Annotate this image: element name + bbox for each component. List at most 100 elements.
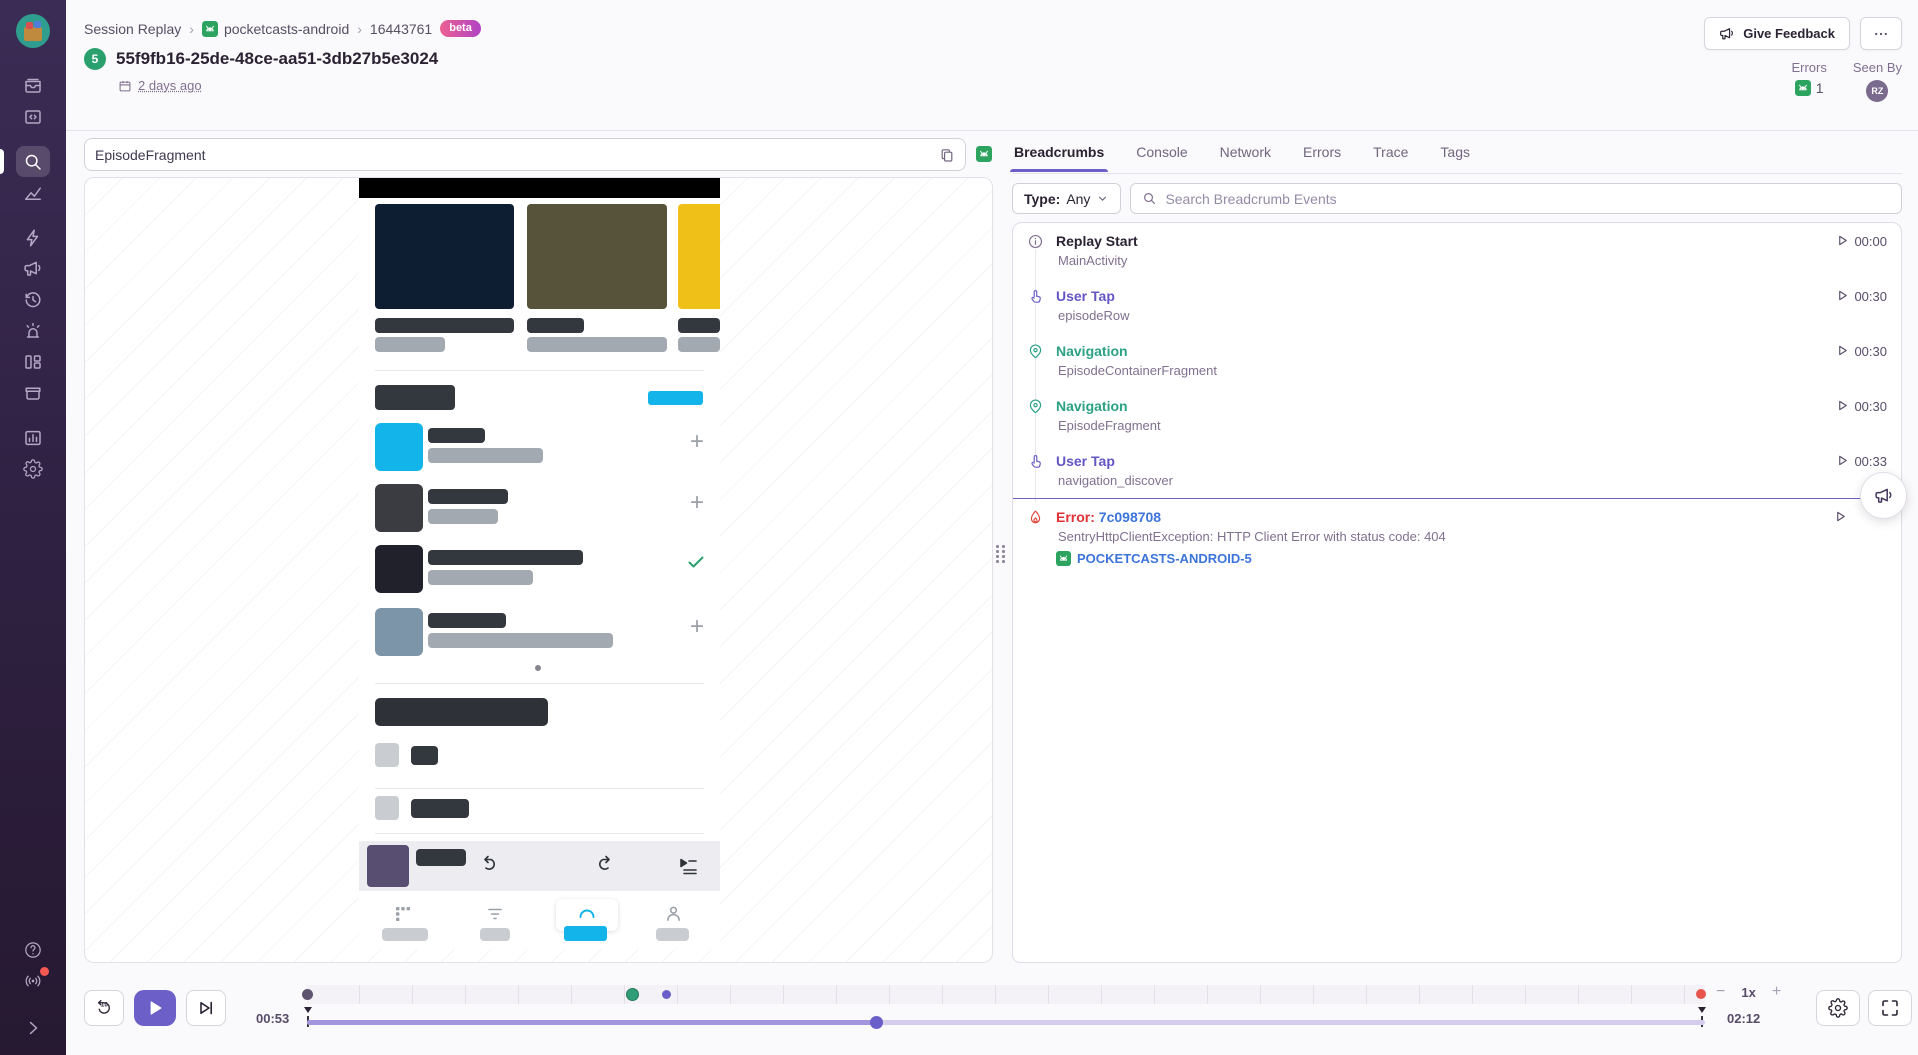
timeline-range-start-handle[interactable]: [304, 1007, 312, 1013]
wireframe-artwork: [367, 845, 409, 887]
event-timestamp[interactable]: 00:30: [1836, 397, 1887, 434]
wireframe-block: [375, 698, 548, 726]
tab-network[interactable]: Network: [1218, 133, 1273, 171]
android-platform-icon: [976, 146, 992, 162]
replay-canvas[interactable]: + + +: [84, 177, 993, 963]
undo-icon: [477, 853, 501, 877]
skip-to-end-button[interactable]: [186, 990, 226, 1026]
timeline-error-marker[interactable]: [1696, 989, 1706, 999]
copy-button[interactable]: [939, 147, 955, 163]
sidebar-item-feedback[interactable]: [16, 253, 50, 284]
issues-icon: [23, 76, 43, 96]
event-row-replay-start[interactable]: Replay Start MainActivity 00:00: [1013, 223, 1901, 278]
tab-console[interactable]: Console: [1134, 133, 1189, 171]
give-feedback-button[interactable]: Give Feedback: [1704, 17, 1850, 50]
event-row-navigation[interactable]: Navigation EpisodeFragment 00:30: [1013, 388, 1901, 443]
event-subtitle: navigation_discover: [1056, 473, 1824, 489]
play-outline-icon: [1836, 454, 1849, 467]
sidebar-item-integrations[interactable]: [16, 346, 50, 377]
sidebar-item-settings[interactable]: [16, 453, 50, 484]
sidebar-item-insights[interactable]: [16, 222, 50, 253]
fullscreen-button[interactable]: [1868, 990, 1912, 1026]
plus-icon: +: [690, 491, 704, 515]
tab-trace[interactable]: Trace: [1371, 133, 1410, 171]
org-avatar[interactable]: [16, 14, 50, 48]
event-title: Error: 7c098708: [1056, 508, 1822, 526]
wireframe-divider: [375, 788, 704, 789]
sidebar-collapse-toggle[interactable]: [16, 1012, 50, 1043]
android-platform-icon: [1795, 80, 1811, 96]
replay-search-input[interactable]: [95, 147, 939, 163]
sidebar-item-stats[interactable]: [16, 422, 50, 453]
event-subtitle: episodeRow: [1056, 308, 1824, 324]
sidebar-item-dashboards[interactable]: [16, 177, 50, 208]
sidebar-item-whats-new[interactable]: [16, 965, 50, 996]
search-icon: [23, 152, 43, 172]
wireframe-block: [375, 318, 514, 333]
breadcrumb-project[interactable]: pocketcasts-android: [202, 21, 349, 37]
event-time-label: 00:30: [1854, 289, 1887, 304]
rewind-10s-button[interactable]: 10: [84, 990, 124, 1026]
tab-errors[interactable]: Errors: [1301, 133, 1343, 171]
calendar-icon: [118, 79, 132, 93]
detail-tabs: Breadcrumbs Console Network Errors Trace…: [1012, 131, 1902, 174]
timeline-zoom-in-button[interactable]: +: [1772, 983, 1781, 1001]
bar-chart-icon: [23, 428, 43, 448]
event-timestamp[interactable]: 00:00: [1836, 232, 1887, 269]
breadcrumb-search-input[interactable]: [1165, 191, 1890, 207]
timeline-range-end-handle[interactable]: [1698, 1007, 1706, 1013]
seen-by-label: Seen By: [1853, 60, 1902, 75]
type-filter-dropdown[interactable]: Type: Any: [1012, 183, 1121, 214]
play-button[interactable]: [134, 990, 176, 1026]
errors-label: Errors: [1791, 60, 1826, 75]
megaphone-icon: [23, 259, 43, 279]
sidebar-item-help[interactable]: [16, 934, 50, 965]
event-timestamp[interactable]: 00:30: [1836, 342, 1887, 379]
sidebar: [0, 0, 66, 1055]
tab-tags[interactable]: Tags: [1438, 133, 1472, 171]
chevron-right-icon: [23, 1018, 43, 1038]
wireframe-block: [678, 318, 720, 333]
skip-end-icon: [196, 998, 216, 1018]
event-row-error[interactable]: Error: 7c098708 SentryHttpClientExceptio…: [1013, 498, 1901, 575]
avatar[interactable]: RZ: [1866, 80, 1888, 102]
player-settings-button[interactable]: [1816, 990, 1860, 1026]
event-row-user-tap[interactable]: User Tap navigation_discover 00:33: [1013, 443, 1901, 498]
layout-icon: [23, 352, 43, 372]
replay-timestamp[interactable]: 2 days ago: [138, 78, 202, 93]
timeline-event-track[interactable]: [307, 985, 1705, 1004]
timeline-playhead[interactable]: [870, 1016, 883, 1029]
timeline-zoom-out-button[interactable]: −: [1716, 983, 1725, 1001]
breadcrumb-session-replay[interactable]: Session Replay: [84, 21, 181, 37]
event-timestamp[interactable]: [1834, 508, 1847, 566]
sidebar-item-alerts[interactable]: [16, 315, 50, 346]
wireframe-statusbar: [359, 178, 720, 198]
event-row-navigation[interactable]: Navigation EpisodeContainerFragment 00:3…: [1013, 333, 1901, 388]
wireframe-bottom-nav: [359, 902, 720, 949]
error-id-link[interactable]: 7c098708: [1099, 509, 1161, 525]
event-title: Navigation: [1056, 342, 1824, 360]
sidebar-item-projects[interactable]: [16, 101, 50, 132]
event-timestamp[interactable]: 00:30: [1836, 287, 1887, 324]
wireframe-pill: [382, 928, 428, 941]
timeline-navigation-marker[interactable]: [626, 988, 639, 1001]
sidebar-item-explore[interactable]: [16, 146, 50, 177]
breadcrumb-replay-id[interactable]: 16443761: [370, 21, 432, 37]
panel-resize-handle[interactable]: [996, 545, 1006, 567]
gear-icon: [1828, 998, 1848, 1018]
playback-speed[interactable]: 1x: [1741, 985, 1755, 1000]
sidebar-item-issues[interactable]: [16, 70, 50, 101]
project-issue-link[interactable]: POCKETCASTS-ANDROID-5: [1056, 551, 1822, 566]
line-chart-icon: [23, 183, 43, 203]
sidebar-item-archive[interactable]: [16, 377, 50, 408]
wireframe-block: [428, 550, 583, 565]
timeline-scrubber[interactable]: [307, 1020, 1705, 1025]
tab-breadcrumbs[interactable]: Breadcrumbs: [1012, 133, 1106, 171]
floating-feedback-button[interactable]: [1860, 472, 1907, 519]
event-row-user-tap[interactable]: User Tap episodeRow 00:30: [1013, 278, 1901, 333]
wireframe-pill: [480, 928, 510, 941]
more-options-button[interactable]: [1860, 17, 1902, 50]
sidebar-item-replays[interactable]: [16, 284, 50, 315]
breadcrumb-separator: ›: [357, 21, 362, 37]
timeline-tap-marker[interactable]: [662, 990, 671, 999]
